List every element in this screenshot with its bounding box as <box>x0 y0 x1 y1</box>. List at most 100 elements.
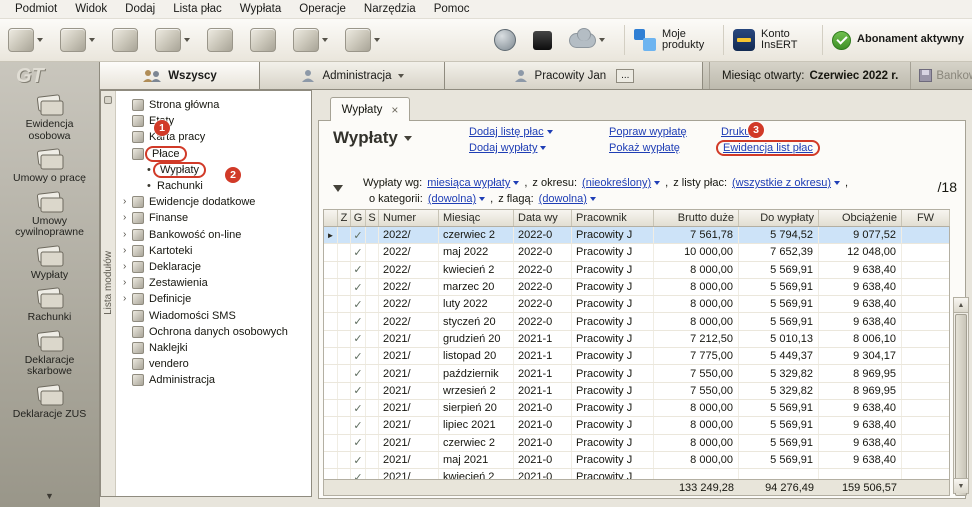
employee-more-button[interactable]: ... <box>616 69 634 83</box>
filter-text[interactable]: z okresu: <box>532 177 577 189</box>
table-row[interactable]: ✓ 2021/ czerwiec 2 2021-0 Pracowity J 8 … <box>324 435 949 452</box>
table-row[interactable]: ✓ 2021/ sierpień 20 2021-0 Pracowity J 8… <box>324 400 949 417</box>
tree-item-ewidencje-dodatkowe[interactable]: Ewidencje dodatkowe <box>116 194 311 210</box>
drukuj-link[interactable]: Drukuj <box>721 126 815 138</box>
tree-item-naklejki[interactable]: Naklejki <box>116 340 311 356</box>
table-row[interactable]: ✓ 2021/ kwiecień 2 2021-0 Pracowity J <box>324 469 949 479</box>
table-row[interactable]: ✓ 2021/ grudzień 20 2021-1 Pracowity J 7… <box>324 331 949 348</box>
tree-item-deklaracje[interactable]: Deklaracje <box>116 259 311 275</box>
menu-item[interactable]: Operacje <box>290 1 355 17</box>
filter-text[interactable]: z listy płac: <box>673 177 727 189</box>
menu-item[interactable]: Wypłata <box>231 1 290 17</box>
tree-item-vendero[interactable]: vendero <box>116 356 311 372</box>
tab-pracowity-jan[interactable]: Pracowity Jan ... <box>445 62 703 89</box>
menu-item[interactable]: Narzędzia <box>355 1 425 17</box>
filter-text[interactable]: , <box>490 193 493 205</box>
rail-item-deklaracje-zus[interactable]: Deklaracje ZUS <box>0 384 99 421</box>
filter-text[interactable]: Wypłaty wg: <box>363 177 422 189</box>
table-row[interactable]: ✓ 2021/ maj 2021 2021-0 Pracowity J 8 00… <box>324 452 949 469</box>
help-icon[interactable] <box>345 28 380 52</box>
column-header[interactable]: G <box>351 210 366 226</box>
table-row[interactable]: ✓ 2021/ lipiec 2021 2021-0 Pracowity J 8… <box>324 417 949 434</box>
table-row[interactable]: ✓ 2022/ luty 2022 2022-0 Pracowity J 8 0… <box>324 296 949 313</box>
rail-item-rachunki[interactable]: Rachunki <box>0 287 99 324</box>
tab-wszyscy[interactable]: Wszyscy <box>100 62 260 89</box>
menu-item[interactable]: Widok <box>66 1 116 17</box>
tree-item-place[interactable]: Płace <box>116 146 311 162</box>
filter-text[interactable]: , <box>665 177 668 189</box>
send-message-icon[interactable] <box>8 28 43 52</box>
filter-text[interactable]: , <box>845 177 848 189</box>
column-header[interactable]: Data wy <box>514 210 572 226</box>
column-header[interactable]: Miesiąc <box>439 210 514 226</box>
pokaz-wyplate-link[interactable]: Pokaż wypłatę <box>609 142 687 154</box>
column-header[interactable]: Do wypłaty <box>739 210 819 226</box>
toolbar-cloud-group[interactable] <box>533 31 552 50</box>
table-row[interactable]: ✓ 2021/ październik 2021-1 Pracowity J 7… <box>324 365 949 382</box>
scrollbar-thumb[interactable] <box>955 314 967 496</box>
ewidencja-list-plac-link[interactable]: Ewidencja list płac <box>721 142 815 154</box>
toolbar-cloud-group[interactable] <box>494 29 516 51</box>
documents-icon[interactable] <box>155 28 190 52</box>
scroll-up-icon[interactable] <box>954 298 968 313</box>
tree-item-bankowosc-online[interactable]: Bankowość on-line <box>116 227 311 243</box>
toolbar-cloud-group[interactable] <box>569 33 605 48</box>
copy-icon[interactable] <box>250 28 276 52</box>
rail-overflow-button[interactable]: ▼ <box>0 491 99 501</box>
printer-icon[interactable] <box>293 28 328 52</box>
vertical-scrollbar[interactable] <box>953 297 969 494</box>
filter-text[interactable]: (dowolna) <box>428 193 476 205</box>
tab-administracja[interactable]: Administracja <box>260 62 445 89</box>
pin-icon[interactable] <box>104 96 112 104</box>
filter-text[interactable]: z flagą: <box>498 193 533 205</box>
column-header[interactable]: Brutto duże <box>654 210 739 226</box>
page-title[interactable]: Wypłaty <box>333 128 412 148</box>
filter-text[interactable]: , <box>524 177 527 189</box>
rail-item-wyplaty[interactable]: Wypłaty <box>0 245 99 282</box>
column-header[interactable] <box>324 210 338 226</box>
tree-item-strona-glowna[interactable]: Strona główna <box>116 97 311 113</box>
column-header[interactable]: Obciążenie <box>819 210 902 226</box>
tree-item-ochrona-danych-osobowych[interactable]: Ochrona danych osobowych <box>116 324 311 340</box>
table-row[interactable]: ✓ 2022/ maj 2022 2022-0 Pracowity J 10 0… <box>324 244 949 261</box>
rail-item-umowy-o-prace[interactable]: Umowy o pracę <box>0 148 99 185</box>
tree-item-kartoteki[interactable]: Kartoteki <box>116 243 311 259</box>
table-row[interactable]: ✓ 2021/ listopad 20 2021-1 Pracowity J 7… <box>324 348 949 365</box>
column-header[interactable]: Numer <box>379 210 439 226</box>
popraw-wyplate-link[interactable]: Popraw wypłatę <box>609 126 687 138</box>
rail-item-deklaracje-skarbowe[interactable]: Deklaracje skarbowe <box>0 330 99 378</box>
menu-item[interactable]: Pomoc <box>425 1 479 17</box>
tree-item-administracja[interactable]: Administracja <box>116 372 311 388</box>
tree-item-wyplaty[interactable]: Wypłaty <box>116 162 311 178</box>
bankowosc-button[interactable]: Bankowo <box>910 62 972 89</box>
document-tab-wyplaty[interactable]: Wypłaty × <box>330 97 410 121</box>
rail-item-umowy-cywilnoprawne[interactable]: Umowy cywilnoprawne <box>0 191 99 239</box>
table-row[interactable]: ✓ 2021/ wrzesień 2 2021-1 Pracowity J 7 … <box>324 383 949 400</box>
tree-item-zestawienia[interactable]: Zestawienia <box>116 275 311 291</box>
filter-collapse-button[interactable] <box>333 185 343 192</box>
abonament-status[interactable]: Abonament aktywny <box>832 31 964 50</box>
payroll-lists-icon[interactable] <box>112 28 138 52</box>
rail-item-ewidencja-osobowa[interactable]: Ewidencja osobowa <box>0 94 99 142</box>
filter-text[interactable]: (dowolna) <box>539 193 587 205</box>
dodaj-liste-plac-link[interactable]: Dodaj listę płac <box>469 126 553 138</box>
tree-item-definicje[interactable]: Definicje <box>116 291 311 307</box>
menu-item[interactable]: Dodaj <box>116 1 164 17</box>
tree-item-finanse[interactable]: Finanse <box>116 210 311 226</box>
table-row[interactable]: ✓ 2022/ marzec 20 2022-0 Pracowity J 8 0… <box>324 279 949 296</box>
column-header[interactable]: Z <box>338 210 351 226</box>
column-header[interactable]: Pracownik <box>572 210 654 226</box>
table-row[interactable]: ► ✓ 2022/ czerwiec 2 2022-0 Pracowity J … <box>324 227 949 244</box>
stamp-icon[interactable] <box>207 28 233 52</box>
moje-produkty-button[interactable]: Moje produkty <box>634 29 714 52</box>
filter-text[interactable]: miesiąca wypłaty <box>427 177 510 189</box>
tree-item-rachunki[interactable]: Rachunki <box>116 178 311 194</box>
column-header[interactable]: S <box>366 210 379 226</box>
mail-icon[interactable] <box>60 28 95 52</box>
close-icon[interactable]: × <box>391 104 398 116</box>
menu-item[interactable]: Podmiot <box>6 1 66 17</box>
tree-item-etaty[interactable]: Etaty <box>116 113 311 129</box>
filter-text[interactable]: (wszystkie z okresu) <box>732 177 831 189</box>
dodaj-wyplaty-link[interactable]: Dodaj wypłaty <box>469 142 553 154</box>
column-header[interactable]: FW <box>902 210 950 226</box>
